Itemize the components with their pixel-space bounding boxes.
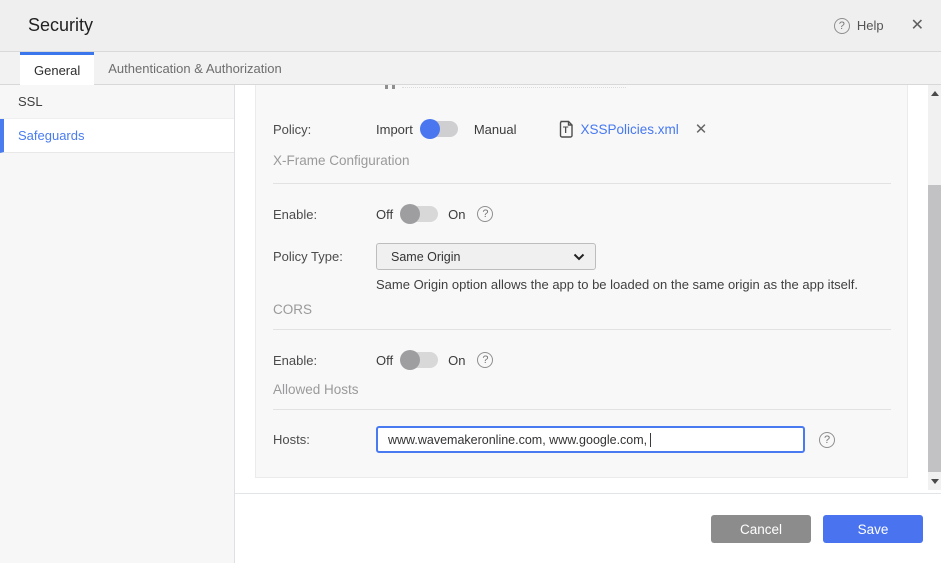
chevron-down-icon (573, 253, 585, 260)
scroll-up-arrow-icon[interactable] (931, 91, 939, 96)
cors-off-label: Off (376, 352, 394, 368)
sidebar: SSL Safeguards (0, 85, 235, 563)
cors-enable-label: Enable: (273, 352, 318, 368)
xframe-off-label: Off (376, 206, 394, 222)
file-text-icon: T (560, 120, 574, 138)
sidebar-item-safeguards[interactable]: Safeguards (0, 119, 234, 153)
help-icon[interactable]: ? (833, 17, 850, 34)
footer-divider (235, 493, 941, 494)
remove-file-icon[interactable]: ✕ (695, 122, 708, 137)
policy-label: Policy: (273, 121, 312, 137)
help-link[interactable]: Help (857, 18, 884, 33)
policy-row: Policy: Import Manual T XSSPolicies.xml … (256, 115, 907, 143)
toggle-knob (419, 119, 440, 139)
policy-file-chip: T XSSPolicies.xml ✕ (558, 120, 707, 138)
policy-import-label: Import (376, 121, 413, 137)
policy-type-select[interactable]: Same Origin (376, 243, 596, 270)
scroll-down-arrow-icon[interactable] (931, 479, 939, 484)
policy-file-link[interactable]: XSSPolicies.xml (580, 122, 678, 137)
xframe-enable-help-icon[interactable]: ? (477, 206, 494, 222)
xframe-on-label: On (448, 206, 466, 222)
policy-type-description-row: Same Origin option allows the app to be … (256, 275, 907, 293)
main-area: Policy: Import Manual T XSSPolicies.xml … (235, 85, 941, 563)
section-divider (273, 183, 891, 184)
close-icon[interactable]: ✕ (911, 17, 924, 34)
help-icon-glyph: ? (838, 19, 845, 32)
help-icon-glyph: ? (823, 433, 831, 446)
vertical-scrollbar[interactable] (928, 85, 941, 490)
hosts-input[interactable]: www.wavemakeronline.com, www.google.com, (376, 426, 805, 453)
clipped-row-fragment (385, 85, 388, 89)
sidebar-item-ssl[interactable]: SSL (0, 85, 234, 119)
cors-section-heading: CORS (273, 302, 313, 317)
policy-type-description: Same Origin option allows the app to be … (376, 276, 859, 292)
dialog-header: Security ? Help ✕ (0, 0, 941, 52)
cancel-button[interactable]: Cancel (711, 515, 811, 543)
tab-general[interactable]: General (20, 52, 95, 85)
policy-type-label: Policy Type: (273, 249, 343, 264)
text-caret (650, 432, 652, 447)
tab-authentication-authorization[interactable]: Authentication & Authorization (94, 52, 295, 84)
hosts-input-value: www.wavemakeronline.com, www.google.com, (388, 432, 648, 447)
toggle-knob (400, 204, 421, 224)
section-divider (273, 329, 891, 330)
tab-bar: General Authentication & Authorization (0, 52, 941, 85)
clipped-row-fragment (402, 87, 626, 88)
page-title: Security (28, 15, 94, 35)
xframe-enable-row: Enable: Off On ? (256, 200, 907, 228)
hosts-label: Hosts: (273, 432, 310, 447)
hosts-help-icon[interactable]: ? (819, 431, 835, 448)
save-button[interactable]: Save (823, 515, 923, 543)
allowed-hosts-section-heading: Allowed Hosts (273, 382, 359, 397)
policy-import-manual-toggle[interactable] (419, 119, 458, 139)
svg-text:T: T (563, 125, 569, 135)
xframe-enable-toggle[interactable] (400, 204, 439, 224)
xframe-enable-label: Enable: (273, 206, 318, 222)
policy-type-selected-value: Same Origin (391, 249, 461, 264)
cors-enable-help-icon[interactable]: ? (477, 352, 494, 368)
hosts-row: Hosts: www.wavemakeronline.com, www.goog… (256, 426, 907, 453)
policy-manual-label: Manual (473, 121, 517, 137)
clipped-row-fragment (392, 85, 395, 89)
xframe-section-heading: X-Frame Configuration (273, 153, 410, 168)
policy-type-row: Policy Type: Same Origin (256, 243, 907, 270)
scrollbar-thumb[interactable] (928, 185, 941, 472)
help-icon-glyph: ? (482, 208, 489, 220)
help-icon-glyph: ? (482, 354, 489, 366)
cors-on-label: On (448, 352, 466, 368)
cors-enable-toggle[interactable] (400, 350, 439, 370)
security-dialog: Security ? Help ✕ General Authentication… (0, 0, 941, 563)
cors-enable-row: Enable: Off On ? (256, 346, 907, 374)
toggle-knob (400, 350, 421, 370)
section-divider (273, 409, 891, 410)
safeguards-scroll-panel: Policy: Import Manual T XSSPolicies.xml … (255, 85, 908, 478)
